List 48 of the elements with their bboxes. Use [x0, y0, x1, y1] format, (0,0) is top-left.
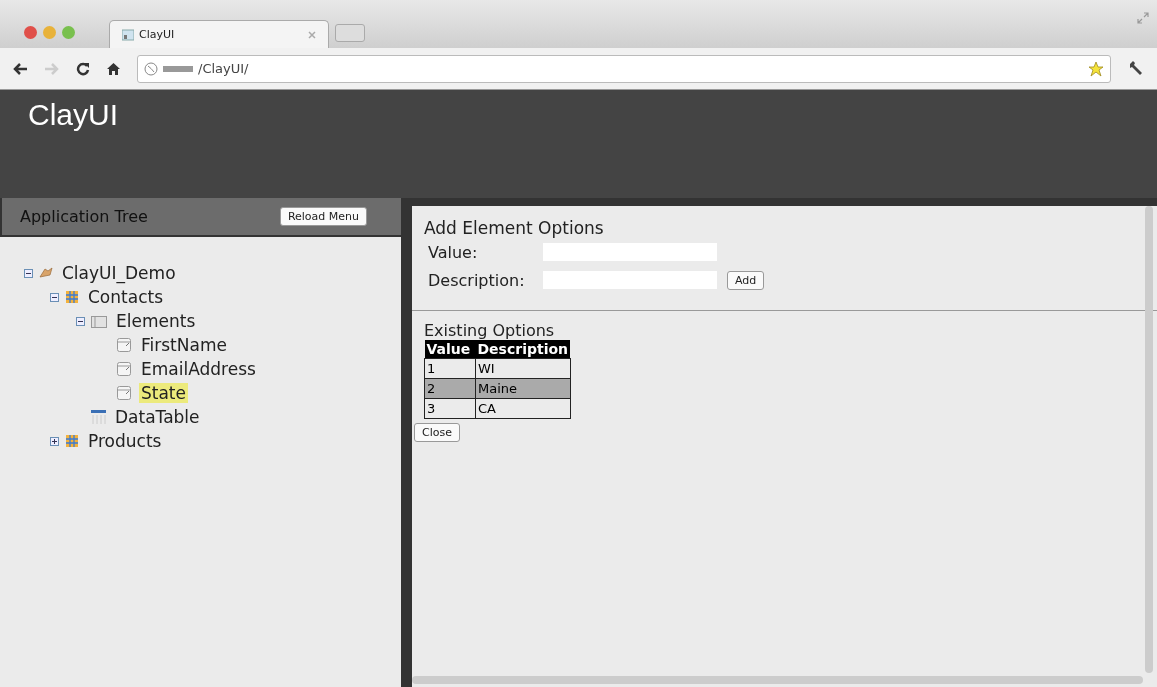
vertical-scrollbar[interactable]: [1145, 206, 1155, 673]
field-icon: [117, 385, 132, 401]
browser-tab[interactable]: ClayUI: [109, 20, 329, 48]
collapse-icon[interactable]: [76, 316, 85, 326]
field-icon: [117, 337, 132, 353]
address-bar[interactable]: /ClayUI/: [137, 54, 1111, 83]
folder-icon: [91, 314, 107, 328]
tree-item[interactable]: Products: [86, 431, 164, 451]
column-header: Value: [424, 340, 476, 359]
page-icon: [122, 28, 134, 41]
app-title: ClayUI: [28, 98, 118, 131]
add-button[interactable]: Add: [727, 270, 765, 290]
back-icon[interactable]: [12, 61, 28, 76]
tree-item[interactable]: EmailAddress: [139, 359, 258, 379]
tree-item[interactable]: State: [139, 383, 188, 403]
reload-icon[interactable]: [76, 61, 90, 76]
home-icon[interactable]: [106, 61, 121, 76]
tree-item[interactable]: Elements: [114, 311, 198, 331]
tree-item[interactable]: DataTable: [113, 407, 202, 427]
horizontal-scrollbar[interactable]: [412, 676, 1143, 685]
tree-item[interactable]: Contacts: [86, 287, 165, 307]
forward-icon[interactable]: [44, 61, 60, 76]
close-tab-icon[interactable]: [308, 30, 316, 39]
form-icon: [65, 290, 79, 304]
form-icon: [65, 434, 79, 448]
panel-title: Add Element Options: [424, 218, 605, 238]
fullscreen-icon[interactable]: [1137, 12, 1149, 24]
star-icon[interactable]: [1088, 60, 1104, 77]
app-icon: [39, 266, 53, 280]
tree-item[interactable]: ClayUI_Demo: [60, 263, 178, 283]
close-button[interactable]: Close: [414, 423, 460, 442]
minimize-window-icon[interactable]: [43, 26, 56, 39]
new-tab-button[interactable]: [335, 24, 365, 42]
table-icon: [91, 410, 106, 424]
field-label: Value:: [428, 242, 479, 262]
blurred-host: [163, 65, 193, 72]
section-title: Existing Options: [424, 321, 556, 340]
expand-icon[interactable]: [50, 436, 59, 446]
field-label: Description:: [428, 270, 526, 290]
field-icon: [117, 361, 132, 377]
sidebar-title: Application Tree: [20, 207, 148, 226]
close-window-icon[interactable]: [24, 26, 37, 39]
collapse-icon[interactable]: [24, 268, 33, 278]
reload-menu-button[interactable]: Reload Menu: [279, 207, 367, 226]
column-header: Description: [475, 340, 571, 359]
collapse-icon[interactable]: [50, 292, 59, 302]
zoom-window-icon[interactable]: [62, 26, 75, 39]
tree-item[interactable]: FirstName: [139, 335, 229, 355]
